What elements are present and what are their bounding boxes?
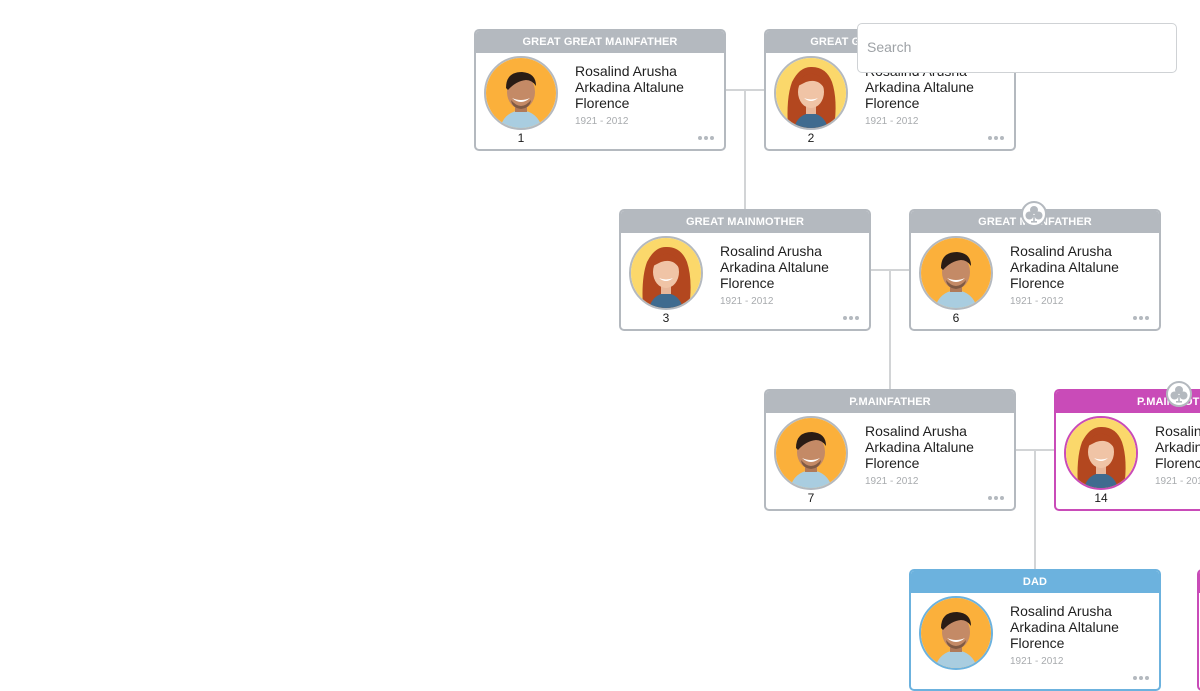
name-line: Florence <box>865 95 920 111</box>
node-title: DAD <box>911 571 1159 593</box>
node-number: 2 <box>807 131 815 145</box>
family-node-card[interactable]: P.MAINMOTHER 14 Rosalind Arusha Arkadina… <box>1054 389 1200 511</box>
name-line: Arkadina Altalune <box>720 259 829 275</box>
avatar <box>919 596 993 670</box>
node-dates: 1921 - 2012 <box>1155 476 1200 487</box>
node-title: GREAT MAINMOTHER <box>621 211 869 233</box>
node-dates: 1921 - 2012 <box>1010 296 1064 307</box>
more-horizontal-icon[interactable] <box>986 491 1004 501</box>
node-dates: 1921 - 2012 <box>865 476 919 487</box>
node-name: Rosalind Arusha Arkadina Altalune Floren… <box>1010 243 1150 291</box>
more-horizontal-icon[interactable] <box>696 131 714 141</box>
family-node-card[interactable]: P.MAINFATHER 7 Rosalind Arusha Arkadina … <box>764 389 1016 511</box>
name-line: Florence <box>1010 275 1065 291</box>
connector-line <box>1034 450 1036 569</box>
cluster-icon[interactable] <box>1166 381 1192 407</box>
name-line: Rosalind Arusha <box>1155 423 1200 439</box>
search-box[interactable] <box>857 23 1177 73</box>
search-input[interactable] <box>858 24 1157 70</box>
name-line: Florence <box>1010 635 1065 651</box>
connector-line <box>744 90 746 209</box>
node-dates: 1921 - 2012 <box>720 296 774 307</box>
more-horizontal-icon[interactable] <box>986 131 1004 141</box>
node-number: 7 <box>807 491 815 505</box>
family-node-card[interactable]: GREAT MAINFATHER 6 Rosalind Arusha Arkad… <box>909 209 1161 331</box>
family-node-card[interactable]: DAD Rosalind Arusha Arkadina Altalune Fl… <box>909 569 1161 691</box>
name-line: Rosalind Arusha <box>720 243 822 259</box>
node-number: 3 <box>662 311 670 325</box>
node-title: GREAT GREAT MAINFATHER <box>476 31 724 53</box>
name-line: Rosalind Arusha <box>575 63 677 79</box>
name-line: Florence <box>720 275 775 291</box>
node-dates: 1921 - 2012 <box>865 116 919 127</box>
node-name: Rosalind Arusha Arkadina Altalune Floren… <box>1010 603 1150 651</box>
node-number: 6 <box>952 311 960 325</box>
name-line: Arkadina Altalune <box>1010 619 1119 635</box>
avatar <box>1064 416 1138 490</box>
node-name: Rosalind Arusha Arkadina Altalune Floren… <box>720 243 860 291</box>
node-name: Rosalind Arusha Arkadina Altalune Floren… <box>575 63 715 111</box>
node-number: 1 <box>517 131 525 145</box>
name-line: Rosalind Arusha <box>865 423 967 439</box>
node-name: Rosalind Arusha Arkadina Altalune Floren… <box>1155 423 1200 471</box>
name-line: Arkadina Altalune <box>1155 439 1200 455</box>
avatar <box>629 236 703 310</box>
name-line: Arkadina Altalune <box>575 79 684 95</box>
more-horizontal-icon[interactable] <box>1131 671 1149 681</box>
name-line: Florence <box>865 455 920 471</box>
name-line: Arkadina Altalune <box>865 439 974 455</box>
node-name: Rosalind Arusha Arkadina Altalune Floren… <box>865 423 1005 471</box>
family-node-card[interactable]: GREAT MAINMOTHER 3 Rosalind Arusha Arkad… <box>619 209 871 331</box>
connector-line <box>889 270 891 389</box>
name-line: Arkadina Altalune <box>1010 259 1119 275</box>
avatar <box>774 56 848 130</box>
avatar <box>484 56 558 130</box>
node-dates: 1921 - 2012 <box>575 116 629 127</box>
name-line: Florence <box>575 95 630 111</box>
node-number: 14 <box>1094 491 1108 505</box>
name-line: Rosalind Arusha <box>1010 243 1112 259</box>
more-horizontal-icon[interactable] <box>841 311 859 321</box>
avatar <box>919 236 993 310</box>
more-horizontal-icon[interactable] <box>1131 311 1149 321</box>
family-node-card[interactable]: GREAT GREAT MAINFATHER 1 Rosalind Arusha… <box>474 29 726 151</box>
avatar <box>774 416 848 490</box>
node-title: P.MAINFATHER <box>766 391 1014 413</box>
node-dates: 1921 - 2012 <box>1010 656 1064 667</box>
cluster-icon[interactable] <box>1021 201 1047 227</box>
name-line: Florence <box>1155 455 1200 471</box>
name-line: Arkadina Altalune <box>865 79 974 95</box>
name-line: Rosalind Arusha <box>1010 603 1112 619</box>
